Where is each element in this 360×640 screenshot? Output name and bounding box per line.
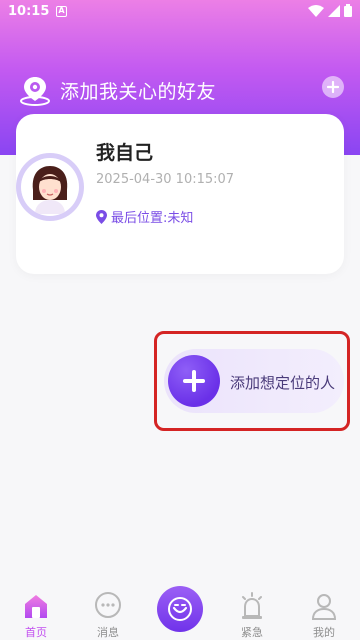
wifi-icon xyxy=(308,4,324,17)
center-action-button[interactable] xyxy=(157,586,203,632)
self-timestamp: 2025-04-30 10:15:07 xyxy=(96,172,235,187)
last-location: 最后位置:未知 xyxy=(96,207,193,226)
tab-messages-label: 消息 xyxy=(97,626,119,639)
home-icon xyxy=(25,595,47,618)
location-pin-icon xyxy=(20,77,50,106)
tab-profile[interactable]: 我的 xyxy=(288,580,360,640)
status-time: 10:15 xyxy=(8,4,50,19)
status-bar: 10:15 A xyxy=(0,0,360,24)
tab-home[interactable]: 首页 xyxy=(0,580,72,640)
tab-center[interactable] xyxy=(144,580,216,632)
add-friend-button[interactable] xyxy=(322,76,344,98)
status-icons xyxy=(308,4,352,17)
tab-profile-label: 我的 xyxy=(313,626,335,639)
notification-app-icon: A xyxy=(56,6,67,17)
avatar xyxy=(16,153,84,221)
self-card[interactable]: 我自己 2025-04-30 10:15:07 最后位置:未知 xyxy=(16,114,344,274)
signal-icon xyxy=(328,4,340,17)
tab-messages[interactable]: 消息 xyxy=(72,580,144,640)
message-icon xyxy=(95,592,121,618)
tab-home-label: 首页 xyxy=(25,626,47,639)
header-row: 添加我关心的好友 xyxy=(18,72,348,108)
map-pin-icon xyxy=(96,209,107,224)
self-name: 我自己 xyxy=(96,142,154,164)
user-icon xyxy=(311,594,337,620)
girl-avatar-icon xyxy=(32,166,68,214)
bottom-tabbar: 首页 消息 紧急 我的 xyxy=(0,580,360,640)
last-location-text: 最后位置:未知 xyxy=(111,211,194,226)
smile-center-icon xyxy=(168,597,192,621)
page-title: 添加我关心的好友 xyxy=(60,80,217,103)
plus-icon xyxy=(327,81,339,93)
alarm-icon xyxy=(242,592,262,619)
tab-emergency[interactable]: 紧急 xyxy=(216,580,288,640)
tab-emergency-label: 紧急 xyxy=(241,626,263,639)
battery-icon xyxy=(344,4,352,17)
highlight-annotation xyxy=(154,331,350,431)
